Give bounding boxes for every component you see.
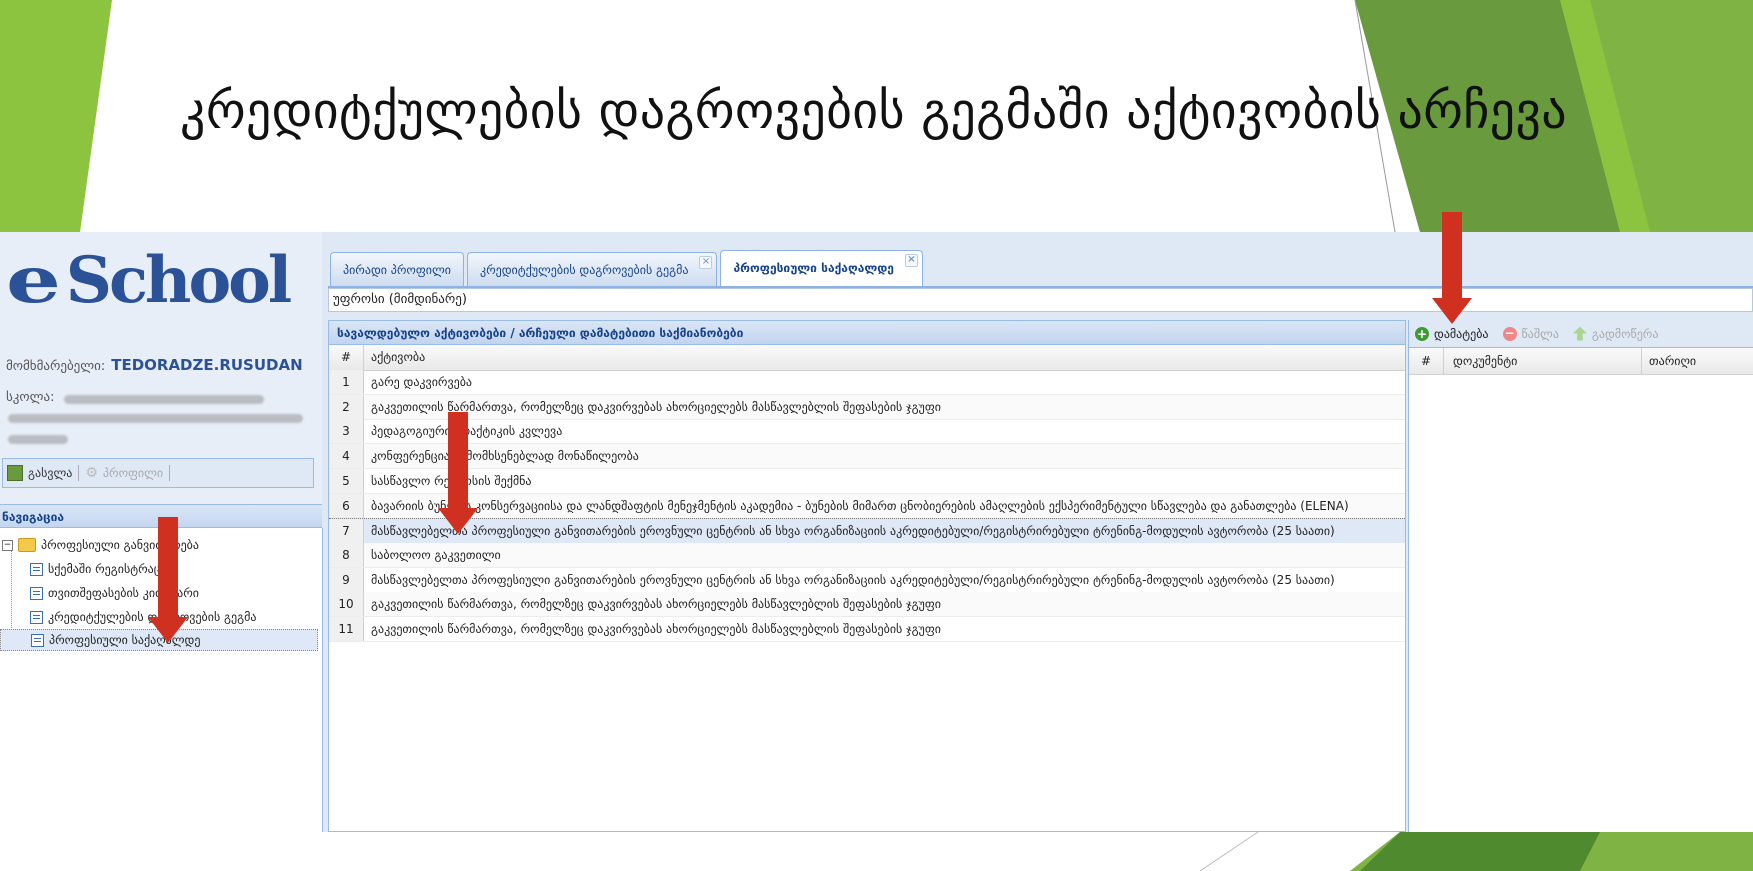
folder-icon bbox=[18, 538, 36, 552]
close-icon[interactable]: × bbox=[904, 254, 918, 267]
row-activity: კონფერენციაში მომხსენებლად მონაწილეობა bbox=[371, 449, 639, 464]
delete-button[interactable]: − წაშლა bbox=[1502, 325, 1559, 341]
tree-connector bbox=[11, 550, 12, 638]
row-number: 9 bbox=[329, 567, 364, 592]
row-number: 1 bbox=[329, 370, 364, 394]
row-number: 5 bbox=[329, 468, 364, 493]
row-number: 7 bbox=[329, 519, 364, 544]
document-icon bbox=[31, 633, 44, 647]
col-separator bbox=[1641, 348, 1642, 374]
table-row[interactable]: 3 პედაგოგიური პრაქტიკის კვლევა bbox=[329, 419, 1405, 445]
row-activity: მასწავლებელთა პროფესიული განვითარების ერ… bbox=[371, 524, 1335, 539]
tree-item-credit-plan[interactable]: კრედიტქულების დაგროვების გეგმა bbox=[30, 606, 256, 628]
period-select[interactable]: უფროსი (მიმდინარე) bbox=[328, 288, 1753, 312]
tab-personal-profile[interactable]: პირადი პროფილი bbox=[330, 252, 464, 286]
row-activity: გარე დაკვირვება bbox=[371, 375, 473, 389]
bottom-thin-line bbox=[1199, 831, 1259, 871]
gear-icon: ⚙ bbox=[85, 465, 98, 481]
row-number: 2 bbox=[329, 394, 364, 419]
document-icon bbox=[30, 586, 43, 600]
user-label: მომხმარებელი: bbox=[6, 359, 106, 374]
row-number: 10 bbox=[329, 592, 364, 617]
row-activity: ბავარიის ბუნების კონსერვაციისა და ლანდშა… bbox=[371, 498, 1349, 513]
row-number: 3 bbox=[329, 419, 364, 444]
table-row[interactable]: 8 საბოლოო გაკვეთილი bbox=[329, 542, 1405, 568]
redacted-school-3 bbox=[8, 435, 68, 444]
row-activity: პედაგოგიური პრაქტიკის კვლევა bbox=[371, 424, 563, 439]
redacted-school-2 bbox=[8, 414, 303, 423]
left-toolbar: გასვლა ⚙ პროფილი bbox=[2, 458, 314, 488]
table-row[interactable]: 5 სასწავლო რესურსის შექმნა bbox=[329, 468, 1405, 494]
table-row[interactable]: 11 გაკვეთილის წარმართვა, რომელზეც დაკვირვ… bbox=[329, 617, 1405, 642]
table-row[interactable]: 7 მასწავლებელთა პროფესიული განვითარების ე… bbox=[329, 518, 1405, 545]
download-button[interactable]: გადმოწერა bbox=[1572, 326, 1658, 341]
table-row[interactable]: 4 კონფერენციაში მომხსენებლად მონაწილეობა bbox=[329, 444, 1405, 470]
row-activity: სასწავლო რესურსის შექმნა bbox=[371, 473, 532, 488]
row-activity: მასწავლებელთა პროფესიული განვითარების ერ… bbox=[371, 572, 1335, 587]
collapse-icon[interactable]: − bbox=[2, 539, 13, 551]
col-header-num[interactable]: # bbox=[329, 345, 364, 370]
col-header-num[interactable]: # bbox=[1421, 348, 1431, 374]
grid-header: # აქტივობა bbox=[329, 345, 1405, 371]
document-icon bbox=[30, 610, 43, 624]
left-green-shape bbox=[0, 0, 112, 232]
row-number: 4 bbox=[329, 444, 364, 469]
school-line: სკოლა: bbox=[6, 390, 54, 405]
row-number: 11 bbox=[329, 617, 364, 641]
toolbar-separator bbox=[169, 465, 171, 481]
toolbar-separator bbox=[78, 465, 80, 481]
bottom-right-green-dark bbox=[1360, 832, 1600, 871]
col-header-document[interactable]: დოკუმენტი bbox=[1453, 348, 1517, 374]
col-header-activity[interactable]: აქტივობა bbox=[371, 345, 425, 370]
row-number: 6 bbox=[329, 493, 364, 518]
table-row[interactable]: 1 გარე დაკვირვება bbox=[329, 370, 1405, 395]
profile-button[interactable]: ⚙ პროფილი bbox=[85, 465, 163, 481]
school-label: სკოლა: bbox=[6, 390, 55, 405]
app-window: e School მომხმარებელი: TEDORADZE.RUSUDAN ს… bbox=[0, 232, 1753, 832]
close-icon[interactable]: × bbox=[699, 256, 713, 269]
slide-title: კრედიტქულების დაგროვების გეგმაში აქტივობ… bbox=[180, 82, 1567, 140]
exit-button[interactable]: გასვლა bbox=[7, 465, 72, 481]
upload-arrow-icon bbox=[1572, 326, 1587, 341]
grid-title: სავალდებულო აქტივობები / არჩეული დამატებ… bbox=[329, 321, 1405, 345]
tab-professional-folder[interactable]: პროფესიული საქაღალდე × bbox=[720, 250, 923, 286]
add-button[interactable]: + დამატება bbox=[1415, 326, 1489, 341]
documents-panel: + დამატება − წაშლა გადმოწერა # დოკუმენტი… bbox=[1408, 320, 1753, 832]
table-row[interactable]: 2 გაკვეთილის წარმართვა, რომელზეც დაკვირვე… bbox=[329, 394, 1405, 420]
row-activity: გაკვეთილის წარმართვა, რომელზეც დაკვირვებ… bbox=[371, 622, 941, 636]
row-activity: გაკვეთილის წარმართვა, რომელზეც დაკვირვებ… bbox=[371, 597, 941, 612]
row-number: 8 bbox=[329, 542, 364, 567]
row-activity: საბოლოო გაკვეთილი bbox=[371, 547, 501, 562]
col-header-date[interactable]: თარიღი bbox=[1649, 348, 1696, 374]
documents-header: # დოკუმენტი თარიღი bbox=[1409, 348, 1753, 375]
table-row[interactable]: 6 ბავარიის ბუნების კონსერვაციისა და ლანდშ… bbox=[329, 493, 1405, 519]
delete-icon: − bbox=[1502, 325, 1517, 341]
activities-grid: სავალდებულო აქტივობები / არჩეული დამატებ… bbox=[328, 320, 1406, 832]
tree-item-scheme-registration[interactable]: სქემაში რეგისტრაცია bbox=[30, 558, 173, 580]
col-separator bbox=[1443, 348, 1444, 374]
table-row[interactable]: 9 მასწავლებელთა პროფესიული განვითარების ე… bbox=[329, 567, 1405, 593]
user-line: მომხმარებელი: TEDORADZE.RUSUDAN bbox=[6, 356, 303, 374]
documents-toolbar: + დამატება − წაშლა გადმოწერა bbox=[1409, 320, 1753, 348]
tab-bar: პირადი პროფილი კრედიტქულების დაგროვების … bbox=[330, 250, 923, 286]
table-row[interactable]: 10 გაკვეთილის წარმართვა, რომელზეც დაკვირვ… bbox=[329, 592, 1405, 618]
document-icon bbox=[30, 562, 43, 576]
eschool-logo: e School bbox=[6, 243, 292, 318]
add-icon: + bbox=[1415, 326, 1429, 341]
redacted-school-1 bbox=[64, 395, 264, 404]
user-name: TEDORADZE.RUSUDAN bbox=[111, 356, 303, 374]
exit-icon bbox=[7, 465, 23, 481]
tab-credit-plan[interactable]: კრედიტქულების დაგროვების გეგმა × bbox=[466, 252, 718, 286]
row-activity: გაკვეთილის წარმართვა, რომელზეც დაკვირვებ… bbox=[371, 399, 941, 414]
